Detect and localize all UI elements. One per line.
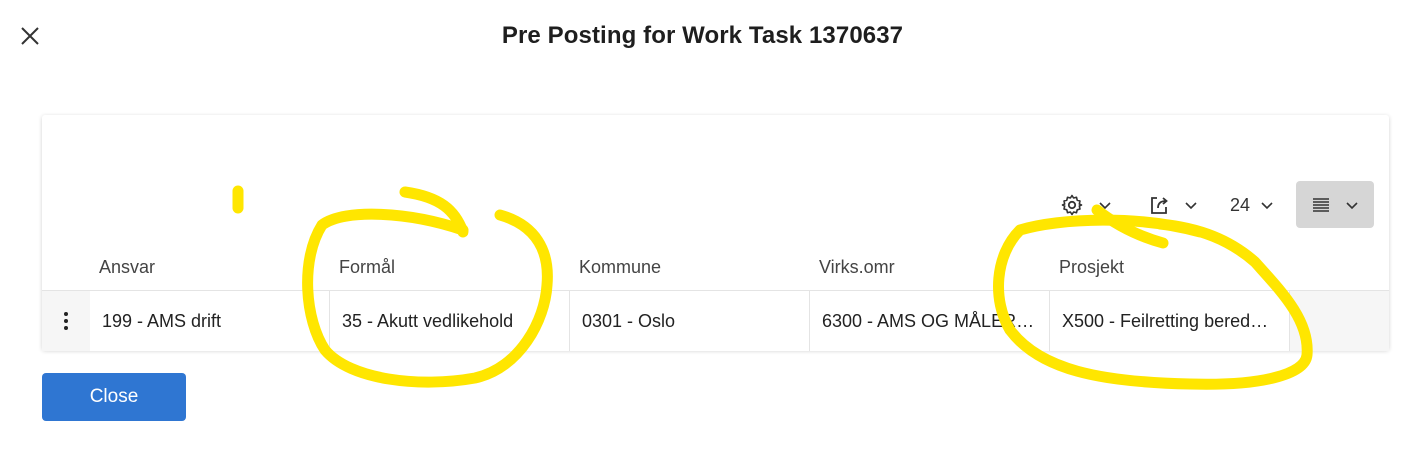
- page-size-select[interactable]: 24: [1230, 193, 1274, 217]
- row-actions-icon[interactable]: [54, 309, 78, 333]
- chevron-down-icon: [1098, 198, 1112, 212]
- cell-formal[interactable]: 35 - Akutt vedlikehold: [330, 291, 570, 351]
- gear-icon: [1060, 193, 1084, 217]
- column-header-prosjekt[interactable]: Prosjekt: [1059, 257, 1124, 278]
- chevron-down-icon: [1345, 198, 1359, 212]
- cell-ansvar[interactable]: 199 - AMS drift: [90, 291, 330, 351]
- dialog-title: Pre Posting for Work Task 1370637: [501, 22, 904, 49]
- column-header-formal[interactable]: Formål: [339, 257, 395, 278]
- export-button[interactable]: [1148, 193, 1198, 217]
- cell-prosjekt[interactable]: X500 - Feilretting beredskap: [1050, 291, 1290, 351]
- chevron-down-icon: [1184, 198, 1198, 212]
- list-view-icon: [1311, 195, 1331, 215]
- close-button[interactable]: Close: [42, 373, 186, 421]
- chevron-down-icon: [1260, 198, 1274, 212]
- column-header-kommune[interactable]: Kommune: [579, 257, 661, 278]
- cell-kommune[interactable]: 0301 - Oslo: [570, 291, 810, 351]
- export-icon: [1148, 194, 1170, 216]
- cell-virksomr[interactable]: 6300 - AMS OG MÅLERFAG: [810, 291, 1050, 351]
- column-header-ansvar[interactable]: Ansvar: [99, 257, 155, 278]
- column-header-virksomr[interactable]: Virks.omr: [819, 257, 895, 278]
- view-mode-button[interactable]: [1296, 181, 1374, 228]
- table-header: Ansvar Formål Kommune Virks.omr Prosjekt: [42, 245, 1389, 289]
- table-row[interactable]: 199 - AMS drift 35 - Akutt vedlikehold 0…: [42, 290, 1389, 351]
- settings-button[interactable]: [1060, 193, 1112, 217]
- grid-card: 24 Ansvar Formål Kommune Virks.omr Prosj…: [42, 115, 1389, 351]
- page-size-value: 24: [1230, 194, 1251, 215]
